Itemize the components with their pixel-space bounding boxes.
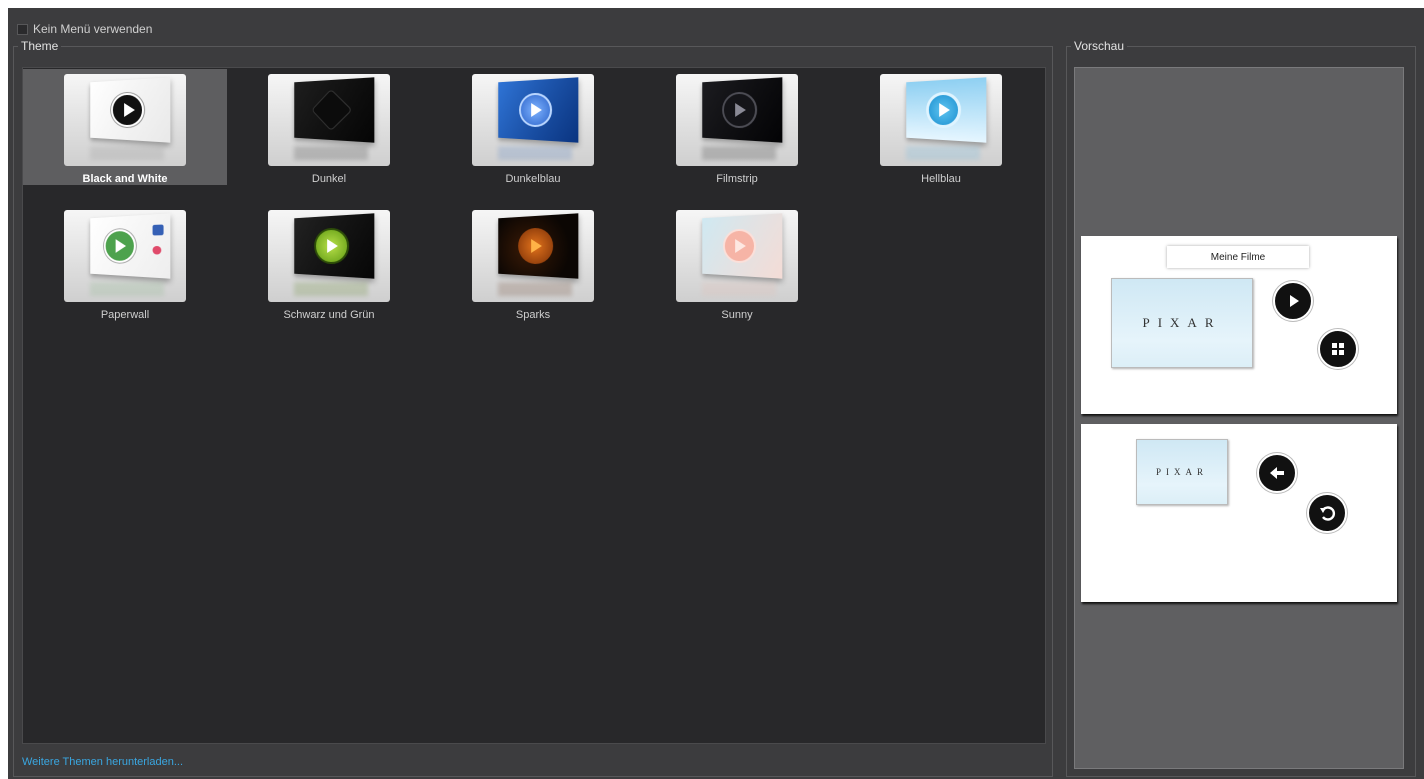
- checkbox-box[interactable]: [17, 23, 28, 35]
- play-icon: [723, 228, 757, 264]
- theme-thumbnail: [880, 74, 1002, 166]
- theme-tile-dunkel[interactable]: Dunkel: [227, 69, 431, 185]
- theme-tile-schwarz-und-gruen[interactable]: Schwarz und Grün: [227, 205, 431, 321]
- theme-thumbnail: [64, 74, 186, 166]
- chapters-icon[interactable]: [1318, 329, 1358, 369]
- theme-tile-hellblau[interactable]: Hellblau: [839, 69, 1043, 185]
- menu-title: Meine Filme: [1167, 246, 1309, 268]
- theme-group-title: Theme: [18, 39, 62, 53]
- movie-thumbnail: PIXAR: [1136, 439, 1228, 505]
- play-icon: [518, 227, 554, 265]
- play-icon: [111, 92, 145, 128]
- theme-tile-filmstrip[interactable]: Filmstrip: [635, 69, 839, 185]
- theme-tile-label: Sparks: [515, 309, 551, 321]
- play-icon: [926, 91, 962, 129]
- play-icon: [314, 227, 350, 265]
- play-icon: [722, 91, 758, 129]
- theme-thumbnail: [472, 74, 594, 166]
- theme-thumbnail: [676, 74, 798, 166]
- back-arrow-icon[interactable]: [1257, 453, 1297, 493]
- theme-tile-label: Sunny: [721, 309, 753, 321]
- theme-tile-paperwall[interactable]: Paperwall: [23, 205, 227, 321]
- theme-tile-label: Hellblau: [921, 173, 961, 185]
- theme-tile-label: Dunkelblau: [505, 173, 561, 185]
- theme-tile-label: Dunkel: [311, 173, 347, 185]
- theme-tile-label: Filmstrip: [716, 173, 758, 185]
- theme-tile-black-and-white[interactable]: Black and White: [23, 69, 227, 185]
- movie-thumbnail: PIXAR: [1111, 278, 1253, 368]
- movie-logo: PIXAR: [1142, 315, 1222, 330]
- play-icon: [519, 92, 553, 128]
- play-icon[interactable]: [1273, 281, 1313, 321]
- theme-list[interactable]: Black and White Dunkel Dunkelblau Filmst…: [22, 67, 1046, 744]
- theme-tile-label: Black and White: [82, 173, 168, 185]
- no-menu-checkbox[interactable]: Kein Menü verwenden: [17, 22, 152, 36]
- preview-area: Meine Filme PIXAR PIXAR: [1074, 67, 1404, 769]
- play-icon: [311, 88, 353, 132]
- preview-chapter-menu: PIXAR: [1081, 424, 1397, 602]
- theme-tile-label: Paperwall: [100, 309, 150, 321]
- theme-tile-sparks[interactable]: Sparks: [431, 205, 635, 321]
- theme-tile-dunkelblau[interactable]: Dunkelblau: [431, 69, 635, 185]
- download-themes-link[interactable]: Weitere Themen herunterladen...: [22, 756, 183, 768]
- no-menu-checkbox-label: Kein Menü verwenden: [33, 22, 153, 36]
- return-icon[interactable]: [1307, 493, 1347, 533]
- theme-thumbnail: [268, 210, 390, 302]
- theme-thumbnail: [676, 210, 798, 302]
- theme-tile-sunny[interactable]: Sunny: [635, 205, 839, 321]
- movie-logo: PIXAR: [1155, 467, 1208, 477]
- preview-main-menu: Meine Filme PIXAR: [1081, 236, 1397, 414]
- theme-thumbnail: [472, 210, 594, 302]
- theme-tile-label: Schwarz und Grün: [283, 309, 375, 321]
- preview-group-title: Vorschau: [1071, 39, 1128, 53]
- theme-thumbnail: [268, 74, 390, 166]
- play-icon: [103, 228, 136, 264]
- theme-thumbnail: [64, 210, 186, 302]
- theme-dialog: Kein Menü verwenden Theme Black and Whit…: [0, 0, 1424, 779]
